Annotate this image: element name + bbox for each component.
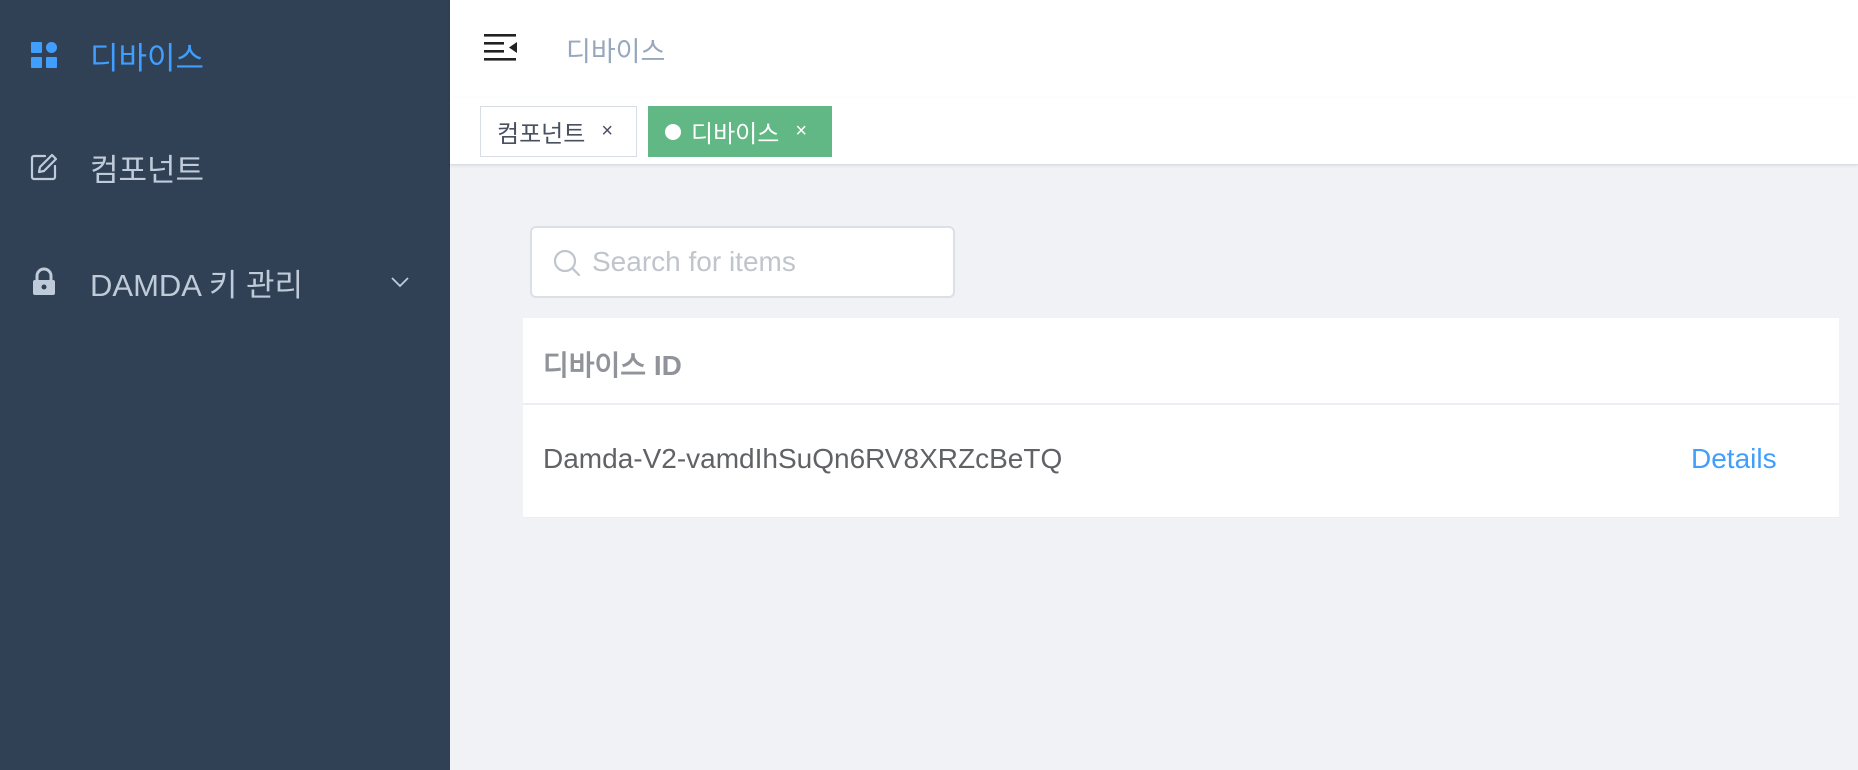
search-icon <box>552 248 582 278</box>
dashboard-icon <box>28 39 60 71</box>
hamburger-icon[interactable] <box>482 28 520 66</box>
device-id-cell: Damda-V2-vamdIhSuQn6RV8XRZcBeTQ <box>543 443 1063 474</box>
table-row: Damda-V2-vamdIhSuQn6RV8XRZcBeTQ Details <box>523 405 1839 518</box>
column-header-device-id: 디바이스 ID <box>543 350 682 381</box>
details-link[interactable]: Details <box>1691 443 1777 475</box>
app-root: 디바이스 컴포넌트 DAMDA 키 관리 디바이스 컴포넌트 × 디바이스 × … <box>0 0 1858 770</box>
search-input[interactable] <box>592 238 942 286</box>
edit-icon <box>28 151 60 183</box>
chevron-down-icon[interactable] <box>388 270 412 294</box>
tag-devices[interactable]: 디바이스 × <box>648 106 832 157</box>
sidebar: 디바이스 컴포넌트 DAMDA 키 관리 <box>0 0 450 770</box>
tag-components[interactable]: 컴포넌트 × <box>480 106 637 157</box>
tag-label: 컴포넌트 <box>497 121 586 148</box>
search-box <box>530 226 955 298</box>
sidebar-item-damda-key[interactable]: DAMDA 키 관리 <box>0 247 450 317</box>
table-header: 디바이스 ID <box>523 318 1839 405</box>
sidebar-item-components[interactable]: 컴포넌트 <box>0 132 450 202</box>
navbar: 디바이스 <box>450 0 1858 98</box>
tag-label: 디바이스 <box>691 121 780 148</box>
breadcrumb: 디바이스 <box>566 37 666 67</box>
tags-view: 컴포넌트 × 디바이스 × <box>450 98 1858 165</box>
active-dot-icon <box>665 123 681 140</box>
close-icon[interactable]: × <box>795 120 807 143</box>
devices-table: 디바이스 ID Damda-V2-vamdIhSuQn6RV8XRZcBeTQ … <box>523 318 1839 518</box>
lock-icon <box>28 266 60 298</box>
sidebar-item-label: 컴포넌트 <box>90 152 205 188</box>
sidebar-item-label: 디바이스 <box>90 40 205 76</box>
close-icon[interactable]: × <box>601 120 613 143</box>
sidebar-item-devices[interactable]: 디바이스 <box>0 20 450 90</box>
sidebar-item-label: DAMDA 키 관리 <box>90 267 304 303</box>
